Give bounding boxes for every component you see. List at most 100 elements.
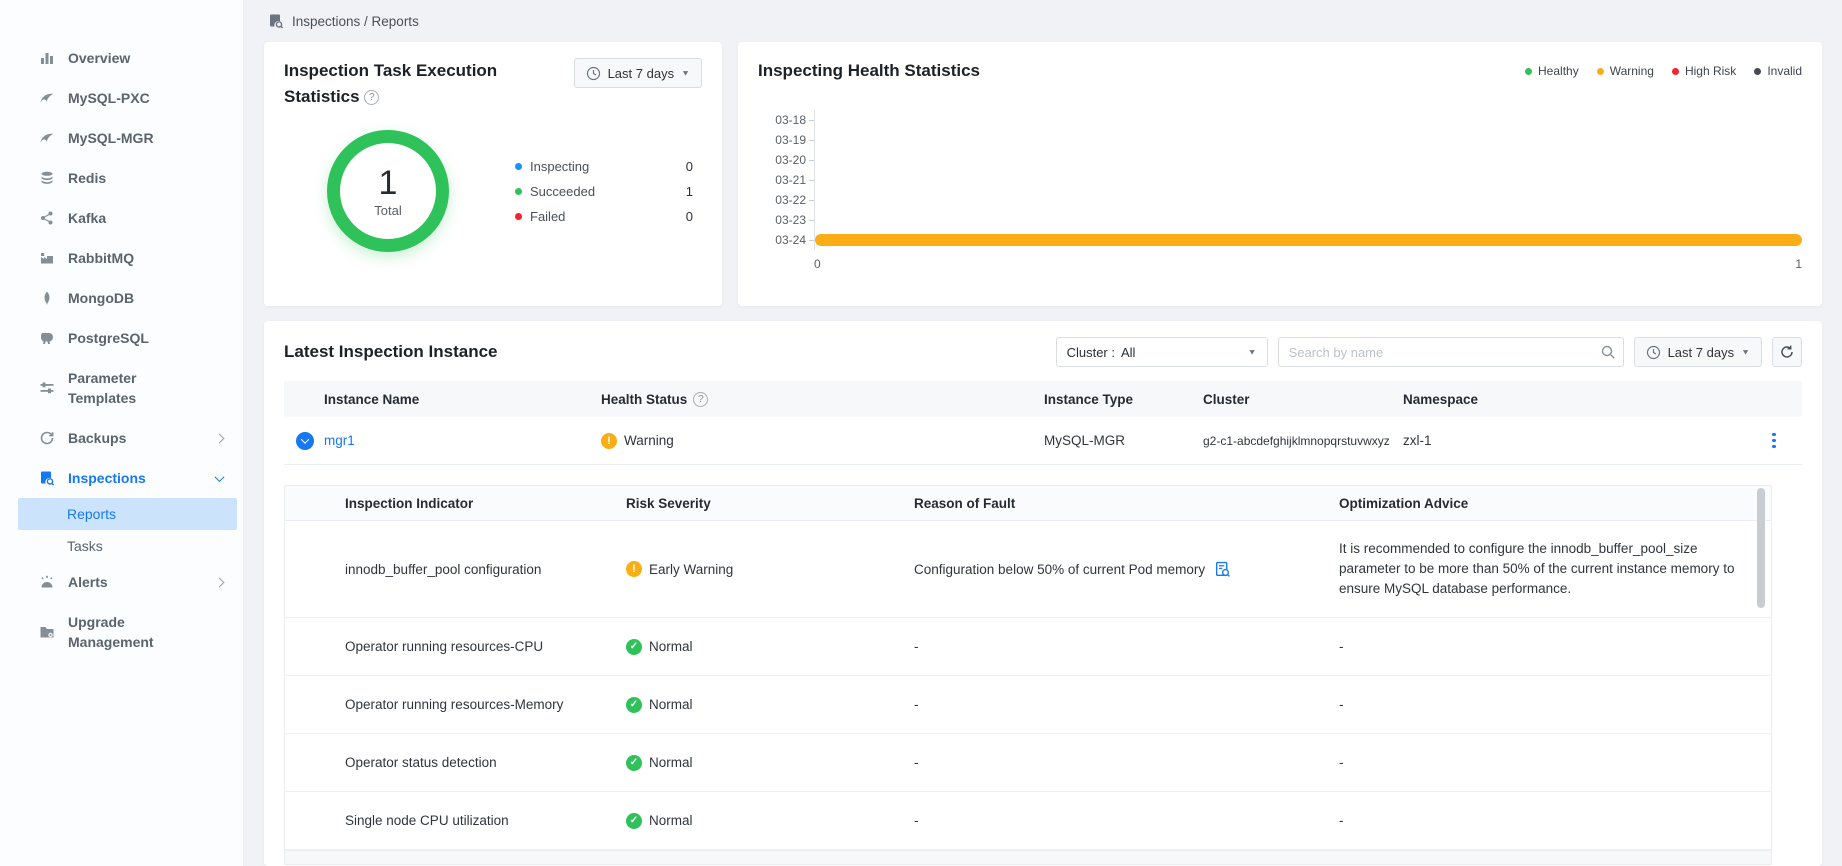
subtable-scrollbar[interactable]: [1757, 488, 1765, 608]
health-chart-row-03-22: 03-22: [758, 190, 1802, 210]
task-donut-chart: 1 Total Inspecting0Succeeded1Failed0: [284, 130, 702, 252]
reason-cell: -: [914, 697, 1339, 712]
search-box: [1278, 337, 1624, 367]
health-chart-row-03-23: 03-23: [758, 210, 1802, 230]
sidebar-item-alerts[interactable]: Alerts: [0, 562, 243, 602]
x-tick-max: 1: [1795, 257, 1802, 271]
task-legend: Inspecting0Succeeded1Failed0: [515, 154, 693, 229]
subtable-row-operator-running-resources-memory: Operator running resources-Memory✓Normal…: [285, 676, 1771, 734]
normal-icon: ✓: [626, 755, 642, 771]
task-range-select[interactable]: Last 7 days ▼: [574, 58, 702, 88]
health-legend-item-invalid[interactable]: Invalid: [1754, 64, 1802, 78]
breadcrumb: Inspections / Reports: [264, 0, 1822, 42]
main-content: Inspections / Reports Inspection Task Ex…: [244, 0, 1842, 866]
sidebar-item-tasks[interactable]: Tasks: [0, 530, 243, 562]
clock-icon: [586, 66, 601, 81]
instance-name-link[interactable]: mgr1: [324, 433, 355, 448]
risk-severity-badge: !Early Warning: [626, 561, 914, 577]
sidebar-item-upgrade-management[interactable]: Upgrade Management: [0, 602, 243, 662]
legend-value: 1: [686, 184, 693, 199]
legend-value: 0: [686, 209, 693, 224]
header-instance-type: Instance Type: [1044, 392, 1203, 407]
subheader-reason: Reason of Fault: [914, 496, 1339, 511]
legend-dot: [515, 188, 522, 195]
instances-table-header: Instance Name Health Status? Instance Ty…: [284, 381, 1802, 417]
help-icon[interactable]: ?: [693, 392, 708, 407]
health-status-badge: ! Warning: [601, 433, 1044, 449]
task-stats-title: Inspection Task Execution Statistics ?: [284, 58, 514, 110]
legend-dot: [1597, 68, 1604, 75]
sidebar-item-backups[interactable]: Backups: [0, 418, 243, 458]
kafka-icon: [39, 210, 55, 226]
mysql-icon: [39, 90, 55, 106]
health-legend: Healthy Warning High Risk Invalid: [1525, 64, 1802, 78]
task-legend-item-failed: Failed0: [515, 204, 693, 229]
instances-range-select[interactable]: Last 7 days ▼: [1634, 337, 1762, 367]
refresh-button[interactable]: [1772, 337, 1802, 367]
header-namespace: Namespace: [1403, 392, 1746, 407]
inspections-icon: [268, 13, 284, 29]
expanded-row-detail: Inspection Indicator Risk Severity Reaso…: [284, 465, 1802, 865]
sidebar-item-mysql-pxc[interactable]: MySQL-PXC: [0, 78, 243, 118]
search-input[interactable]: [1278, 337, 1624, 367]
sidebar-item-postgresql[interactable]: PostgreSQL: [0, 318, 243, 358]
latest-inspection-card: Latest Inspection Instance Cluster : All…: [264, 321, 1822, 866]
donut-ring: 1 Total: [327, 130, 449, 252]
help-icon[interactable]: ?: [364, 90, 379, 105]
instances-table: Instance Name Health Status? Instance Ty…: [284, 381, 1802, 865]
sidebar: OverviewMySQL-PXCMySQL-MGRRedisKafkaRabb…: [0, 0, 244, 866]
breadcrumb-label: Inspections / Reports: [292, 14, 419, 29]
sidebar-item-parameter-templates[interactable]: Parameter Templates: [0, 358, 243, 418]
risk-severity-badge: ✓Normal: [626, 639, 914, 655]
instance-row-mgr1: mgr1 ! Warning MySQL-MGR g2-c1-abcdefghi…: [284, 417, 1802, 465]
health-legend-item-high-risk[interactable]: High Risk: [1672, 64, 1736, 78]
reason-cell: -: [914, 813, 1339, 828]
mysql-icon: [39, 130, 55, 146]
risk-severity-badge: ✓Normal: [626, 813, 914, 829]
y-tick-label: 03-20: [758, 153, 806, 167]
reason-cell: -: [914, 755, 1339, 770]
filters-bar: Cluster : All ▼ Last 7 days ▼: [1056, 337, 1802, 367]
chevron-down-icon: [216, 475, 223, 482]
chevron-down-icon: ▼: [1248, 348, 1257, 357]
health-chart-row-03-20: 03-20: [758, 150, 1802, 170]
sidebar-item-mongodb[interactable]: MongoDB: [0, 278, 243, 318]
sidebar-item-overview[interactable]: Overview: [0, 38, 243, 78]
redis-icon: [39, 170, 55, 186]
task-stats-card: Inspection Task Execution Statistics ? L…: [264, 42, 722, 306]
y-tick-label: 03-22: [758, 193, 806, 207]
overview-icon: [39, 50, 55, 66]
cluster-filter-value: All: [1121, 345, 1135, 360]
search-icon[interactable]: [1600, 344, 1616, 360]
legend-dot: [1525, 68, 1532, 75]
legend-value: 0: [686, 159, 693, 174]
namespace-cell: zxl-1: [1403, 433, 1746, 448]
header-cluster: Cluster: [1203, 392, 1403, 407]
health-chart-row-03-21: 03-21: [758, 170, 1802, 190]
donut-total-label: Total: [374, 203, 401, 218]
donut-total-value: 1: [379, 165, 398, 201]
sidebar-item-redis[interactable]: Redis: [0, 158, 243, 198]
risk-severity-badge: ✓Normal: [626, 697, 914, 713]
row-actions-menu[interactable]: [1772, 433, 1776, 449]
sidebar-item-reports[interactable]: Reports: [18, 498, 237, 530]
subtable-row-innodb-buffer-pool-configuration: innodb_buffer_pool configuration!Early W…: [285, 521, 1771, 618]
health-legend-item-warning[interactable]: Warning: [1597, 64, 1654, 78]
risk-severity-badge: ✓Normal: [626, 755, 914, 771]
sidebar-item-inspections[interactable]: Inspections: [0, 458, 243, 498]
y-tick-label: 03-18: [758, 113, 806, 127]
advice-cell: It is recommended to configure the innod…: [1339, 525, 1771, 613]
health-legend-item-healthy[interactable]: Healthy: [1525, 64, 1579, 78]
cluster-filter-select[interactable]: Cluster : All ▼: [1056, 337, 1268, 367]
inspections-icon: [39, 470, 55, 486]
parameter-templates-icon: [39, 380, 55, 396]
report-icon[interactable]: [1214, 561, 1231, 578]
subtable-row-operator-status-detection: Operator status detection✓Normal--: [285, 734, 1771, 792]
sidebar-item-mysql-mgr[interactable]: MySQL-MGR: [0, 118, 243, 158]
sidebar-item-rabbitmq[interactable]: RabbitMQ: [0, 238, 243, 278]
collapse-row-button[interactable]: [296, 432, 314, 450]
mongodb-icon: [39, 290, 55, 306]
subtable-row-operator-running-resources-cpu: Operator running resources-CPU✓Normal--: [285, 618, 1771, 676]
sidebar-item-kafka[interactable]: Kafka: [0, 198, 243, 238]
postgresql-icon: [39, 330, 55, 346]
